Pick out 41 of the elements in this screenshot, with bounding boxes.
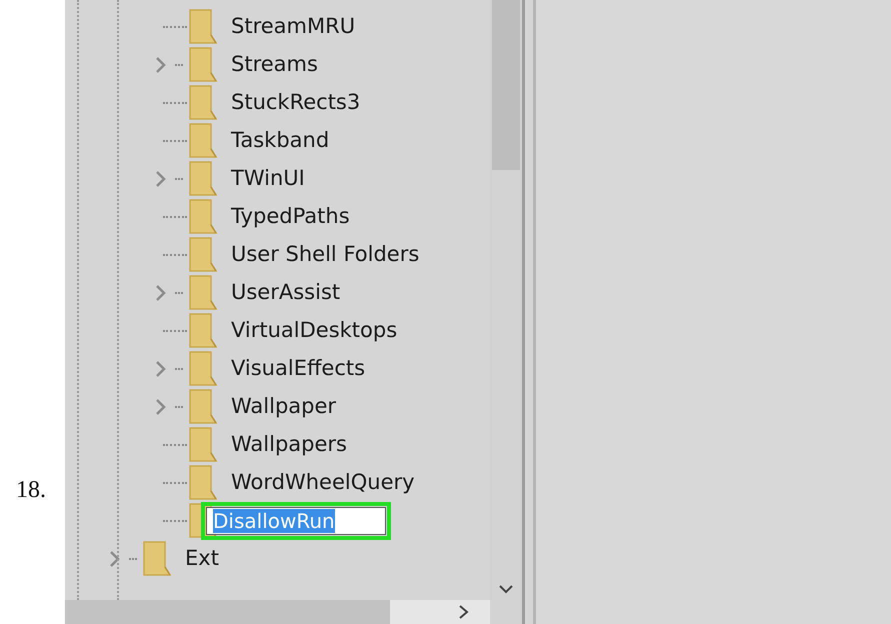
folder-icon [189,275,217,311]
folder-icon [189,199,217,235]
expand-chevron-icon[interactable] [155,399,167,415]
folder-icon [189,237,217,273]
expand-chevron-icon[interactable] [109,551,121,567]
horizontal-scrollbar[interactable] [65,600,490,624]
tree-item-label[interactable]: Wallpaper [231,391,336,423]
folder-icon [189,85,217,121]
tree-item-label[interactable]: TWinUI [231,163,305,195]
folder-icon [189,123,217,159]
tree-item-label[interactable]: Wallpapers [231,429,347,461]
folder-icon [189,9,217,45]
expand-chevron-icon[interactable] [155,171,167,187]
scroll-right-icon[interactable] [458,605,470,619]
vertical-scrollbar[interactable] [490,0,522,624]
folder-icon [189,351,217,387]
folder-icon [189,427,217,463]
expand-chevron-icon[interactable] [155,285,167,301]
pane-splitter[interactable] [522,0,536,624]
tree-item-label[interactable]: Ext [185,543,219,575]
folder-icon [189,465,217,501]
expand-chevron-icon[interactable] [155,57,167,73]
tree-item-label[interactable]: Taskband [231,125,330,157]
folder-icon [189,389,217,425]
tree-item-label[interactable]: StreamMRU [231,11,356,43]
tree-item-label[interactable]: UserAssist [231,277,340,309]
folder-icon [189,161,217,197]
folder-icon [189,313,217,349]
tree-item-label[interactable]: VirtualDesktops [231,315,398,347]
folder-icon [189,47,217,83]
tree-item-label[interactable]: User Shell Folders [231,239,420,271]
scroll-down-icon[interactable] [499,584,513,594]
tree-item-label[interactable]: VisualEffects [231,353,366,385]
scrollbar-thumb[interactable] [65,600,390,624]
folder-icon [143,541,171,577]
expand-chevron-icon[interactable] [155,361,167,377]
tree-item-label[interactable]: Streams [231,49,318,81]
step-number: 18. [16,476,47,505]
tree-item-label[interactable]: TypedPaths [231,201,350,233]
tree-item-label[interactable]: StuckRects3 [231,87,360,119]
tree-item-label[interactable]: WordWheelQuery [231,467,415,499]
